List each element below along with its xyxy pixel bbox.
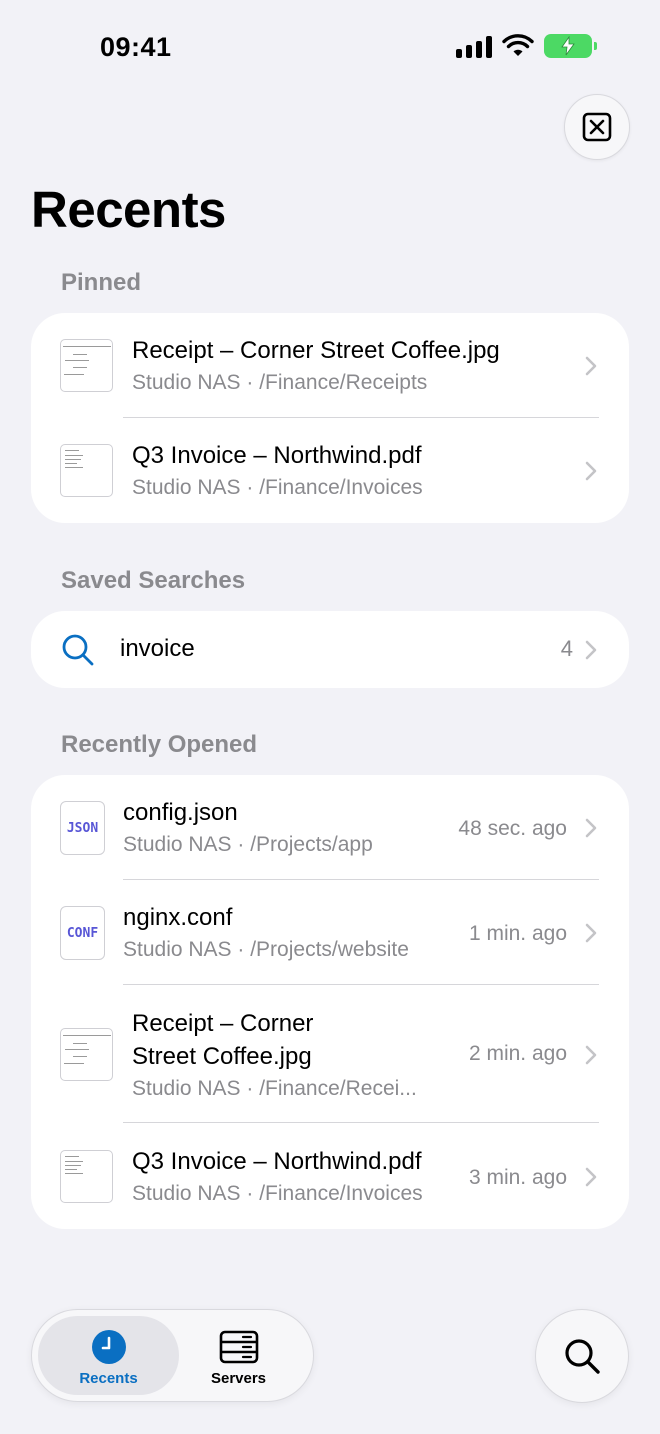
json-file-icon: JSON: [60, 801, 105, 855]
file-name: Receipt – Corner Street Coffee.jpg: [132, 337, 500, 364]
saved-search-count: 4: [560, 636, 573, 661]
conf-file-icon: CONF: [60, 906, 105, 960]
file-path: Studio NAS · /Finance/Invoices: [132, 476, 423, 499]
wifi-icon: [502, 34, 534, 56]
file-name-line-1: Receipt – Corner: [132, 1010, 314, 1037]
search-icon: [62, 634, 94, 666]
chevron-right-icon: [585, 356, 597, 376]
receipt-thumbnail: [60, 339, 113, 392]
cellular-signal-icon: [456, 34, 492, 58]
recent-item[interactable]: Q3 Invoice – Northwind.pdf Studio NAS · …: [31, 1123, 629, 1229]
recent-item[interactable]: Receipt – Corner Street Coffee.jpg Studi…: [31, 985, 629, 1123]
battery-charging-icon: [544, 34, 597, 58]
clock-icon: [91, 1330, 126, 1364]
tab-servers[interactable]: Servers: [168, 1310, 309, 1403]
close-icon: [582, 112, 612, 142]
file-name: Q3 Invoice – Northwind.pdf: [132, 1148, 422, 1175]
search-button[interactable]: [535, 1309, 629, 1403]
file-path: Studio NAS · /Finance/Recei...: [132, 1077, 417, 1100]
tab-label: Recents: [79, 1370, 138, 1387]
chevron-right-icon: [585, 923, 597, 943]
pinned-item[interactable]: Q3 Invoice – Northwind.pdf Studio NAS · …: [31, 418, 629, 523]
file-path: Studio NAS · /Projects/website: [123, 938, 409, 961]
invoice-thumbnail: [60, 444, 113, 497]
chevron-right-icon: [585, 818, 597, 838]
section-header-pinned: Pinned: [61, 269, 142, 296]
chevron-right-icon: [585, 461, 597, 481]
file-name: Q3 Invoice – Northwind.pdf: [132, 442, 422, 469]
chevron-right-icon: [585, 1167, 597, 1187]
file-name: nginx.conf: [123, 904, 233, 931]
tab-label: Servers: [210, 1370, 267, 1387]
tab-bar: Recents Servers: [31, 1309, 314, 1402]
recently-opened-card: JSON config.json Studio NAS · /Projects/…: [31, 775, 629, 1229]
close-button[interactable]: [564, 94, 630, 160]
opened-time: 48 sec. ago: [458, 817, 567, 840]
opened-time: 2 min. ago: [468, 1042, 567, 1065]
tab-recents[interactable]: Recents: [38, 1310, 179, 1403]
chevron-right-icon: [585, 1045, 597, 1065]
pinned-card: Receipt – Corner Street Coffee.jpg Studi…: [31, 313, 629, 523]
recent-item[interactable]: CONF nginx.conf Studio NAS · /Projects/w…: [31, 880, 629, 985]
pinned-item[interactable]: Receipt – Corner Street Coffee.jpg Studi…: [31, 313, 629, 418]
file-path: Studio NAS · /Finance/Receipts: [132, 371, 428, 394]
server-icon: [219, 1330, 258, 1364]
recent-item[interactable]: JSON config.json Studio NAS · /Projects/…: [31, 775, 629, 880]
invoice-thumbnail: [60, 1150, 113, 1203]
file-name-line-2: Street Coffee.jpg: [132, 1043, 312, 1070]
file-path: Studio NAS · /Finance/Invoices: [132, 1182, 423, 1205]
saved-search-query: invoice: [120, 635, 195, 662]
chevron-right-icon: [585, 640, 597, 660]
receipt-thumbnail: [60, 1028, 113, 1081]
page-title: Recents: [31, 181, 226, 238]
status-icons: [456, 34, 597, 58]
search-icon: [565, 1339, 600, 1374]
status-time: 09:41: [100, 32, 172, 62]
opened-time: 1 min. ago: [468, 922, 567, 945]
saved-search-item[interactable]: invoice 4: [31, 611, 629, 688]
opened-time: 3 min. ago: [468, 1166, 567, 1189]
file-path: Studio NAS · /Projects/app: [123, 833, 373, 856]
section-header-recently-opened: Recently Opened: [61, 731, 258, 758]
section-header-saved-searches: Saved Searches: [61, 567, 246, 594]
file-name: config.json: [123, 799, 238, 826]
